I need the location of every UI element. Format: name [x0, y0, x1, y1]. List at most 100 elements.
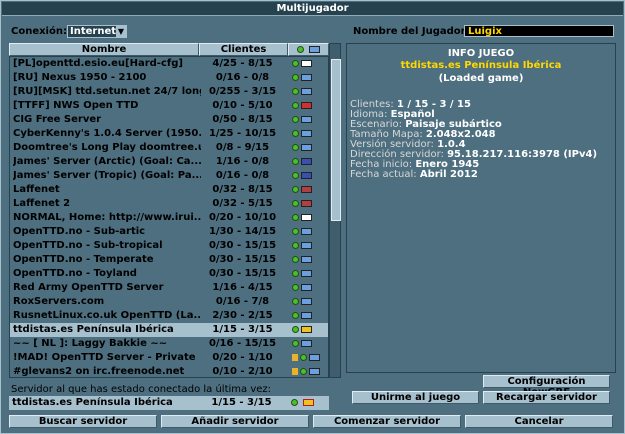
flag-world-icon: [301, 88, 312, 95]
flag-es-icon: [301, 326, 312, 333]
online-icon: [292, 284, 299, 291]
server-clients: 0/32 - 8/15: [212, 184, 273, 195]
server-row[interactable]: OpenTTD.no - Sub-artic 1/30 - 14/15: [10, 225, 328, 239]
server-status-icons: [292, 158, 312, 166]
server-row[interactable]: NORMAL, Home: http://www.irui... 0/20 - 1…: [10, 211, 328, 225]
start-server-button[interactable]: Comenzar servidor: [313, 415, 461, 428]
server-row[interactable]: [PL]openttd.esio.eu[Hard-cfg] 4/25 - 8/15: [10, 57, 328, 71]
newgrf-settings-button[interactable]: Configuración NewGRF: [483, 375, 610, 398]
server-status-icons: [292, 312, 312, 320]
server-clients: 0/255 - 3/15: [208, 86, 277, 97]
server-name: James' Server (Arctic) (Goal: Ca...: [13, 156, 201, 167]
server-row[interactable]: [RU] Nexus 1950 - 2100 0/16 - 0/8: [10, 71, 328, 85]
flag-world-icon: [301, 242, 312, 249]
server-row[interactable]: James' Server (Arctic) (Goal: Ca... 1/16 …: [10, 155, 328, 169]
server-row[interactable]: ~~ [ NL ]: Laggy Bakkie ~~ 0/16 - 15/15: [10, 337, 328, 351]
server-clients: 0/32 - 5/15: [212, 198, 273, 209]
online-icon: [292, 144, 299, 151]
online-icon: [292, 298, 299, 305]
online-icon: [292, 200, 299, 207]
server-status-icons: [292, 340, 312, 348]
online-icon: [300, 368, 307, 375]
refresh-server-button[interactable]: Recargar servidor: [483, 391, 610, 404]
last-server-row[interactable]: ttdistas.es Península Ibérica 1/15 - 3/1…: [9, 396, 329, 410]
flag-kr-icon: [301, 214, 312, 221]
flag-world-icon: [301, 298, 312, 305]
server-name: Doomtree's Long Play doomtree.u...: [13, 142, 201, 153]
server-row[interactable]: ttdistas.es Península Ibérica 1/15 - 3/15: [10, 323, 328, 337]
flag-uk-icon: [301, 158, 312, 165]
add-server-button[interactable]: Añadir servidor: [161, 415, 309, 428]
connection-dropdown[interactable]: Internet ▼: [67, 25, 127, 38]
server-row[interactable]: James' Server (Tropic) (Goal: Pa... 0/16 …: [10, 169, 328, 183]
server-status-icons: [292, 256, 312, 264]
server-row[interactable]: Laffenet 2 0/32 - 5/15: [10, 197, 328, 211]
server-row[interactable]: OpenTTD.no - Sub-tropical 0/30 - 15/15: [10, 239, 328, 253]
connection-label: Conexión:: [11, 26, 67, 37]
server-row[interactable]: RusnetLinux.co.uk OpenTTD (La... 2/30 - 2…: [10, 309, 328, 323]
column-header-info[interactable]: [288, 43, 329, 56]
server-row[interactable]: OpenTTD.no - Toyland 0/30 - 15/15: [10, 267, 328, 281]
server-row[interactable]: !MAD! OpenTTD Server - Private 0/20 - 1/1…: [10, 351, 328, 365]
server-status-icons: [292, 60, 312, 68]
info-server-name: ttdistas.es Península Ibérica: [400, 60, 562, 71]
server-row[interactable]: CIG Free Server 0/50 - 8/15: [10, 113, 328, 127]
online-icon: [292, 312, 299, 319]
flag-fr-icon: [301, 102, 312, 109]
server-clients: 4/25 - 8/15: [212, 58, 273, 69]
server-name: CyberKenny's 1.0.4 Server (1950...: [13, 128, 201, 139]
server-row[interactable]: Doomtree's Long Play doomtree.u... 0/8 - …: [10, 141, 328, 155]
server-row[interactable]: [RU][MSK] ttd.setun.net 24/7 long 0/255 -…: [10, 85, 328, 99]
last-server-icons: [291, 399, 315, 407]
server-clients: 0/30 - 15/15: [208, 254, 277, 265]
server-name: [PL]openttd.esio.eu[Hard-cfg]: [13, 58, 183, 69]
server-row[interactable]: Laffenet 0/32 - 8/15: [10, 183, 328, 197]
online-icon: [292, 172, 299, 179]
info-header: INFO JUEGO: [447, 48, 515, 59]
server-clients: 0/16 - 7/8: [215, 296, 270, 307]
online-icon: [300, 354, 307, 361]
info-line: Fecha actual: Abril 2012: [350, 170, 478, 180]
server-row[interactable]: RoxServers.com 0/16 - 7/8: [10, 295, 328, 309]
server-name: Laffenet: [13, 184, 60, 195]
server-clients: 0/16 - 0/8: [215, 72, 270, 83]
flag-world-icon: [301, 228, 312, 235]
server-row[interactable]: CyberKenny's 1.0.4 Server (1950... 1/25 -…: [10, 127, 328, 141]
server-name: Red Army OpenTTD Server: [13, 282, 164, 293]
player-name-input[interactable]: Luigix: [464, 25, 614, 37]
join-game-button[interactable]: Unirme al juego: [352, 391, 479, 404]
cancel-button[interactable]: Cancelar: [465, 415, 613, 428]
flag-world-icon: [301, 340, 312, 347]
server-status-icons: [292, 368, 320, 376]
scrollbar-thumb[interactable]: [331, 59, 341, 221]
server-row[interactable]: OpenTTD.no - Temperate 0/30 - 15/15: [10, 253, 328, 267]
server-row[interactable]: [TTFF] NWS Open TTD 0/10 - 5/10: [10, 99, 328, 113]
info-key: Fecha actual:: [350, 169, 420, 180]
online-icon: [292, 228, 299, 235]
chevron-down-icon[interactable]: ▼: [116, 26, 126, 37]
online-icon: [292, 256, 299, 263]
server-name: James' Server (Tropic) (Goal: Pa...: [13, 170, 201, 181]
find-server-button[interactable]: Buscar servidor: [9, 415, 157, 428]
lock-icon: [292, 354, 298, 361]
flag-world-icon: [301, 144, 312, 151]
server-name: !MAD! OpenTTD Server - Private: [13, 352, 196, 363]
online-icon: [291, 399, 298, 406]
server-status-icons: [292, 102, 312, 110]
server-row[interactable]: #glevans2 on irc.freenode.net 0/10 - 2/10: [10, 365, 328, 379]
server-list[interactable]: [PL]openttd.esio.eu[Hard-cfg] 4/25 - 8/15…: [9, 56, 329, 378]
server-status-icons: [292, 298, 312, 306]
server-status-icons: [292, 284, 312, 292]
column-header-clients[interactable]: Clientes: [199, 43, 288, 56]
flag-world-icon: [301, 256, 312, 263]
server-status-icons: [292, 326, 312, 334]
server-row[interactable]: Red Army OpenTTD Server 1/16 - 4/15: [10, 281, 328, 295]
server-status-icons: [292, 270, 312, 278]
status-icon: [296, 46, 304, 53]
server-list-scrollbar[interactable]: [329, 43, 341, 378]
server-clients: 0/20 - 10/10: [208, 212, 277, 223]
column-header-name[interactable]: Nombre: [9, 43, 199, 56]
player-name-label: Nombre del Jugador:: [353, 26, 470, 37]
online-icon: [292, 214, 299, 221]
server-name: ~~ [ NL ]: Laggy Bakkie ~~: [13, 338, 168, 349]
